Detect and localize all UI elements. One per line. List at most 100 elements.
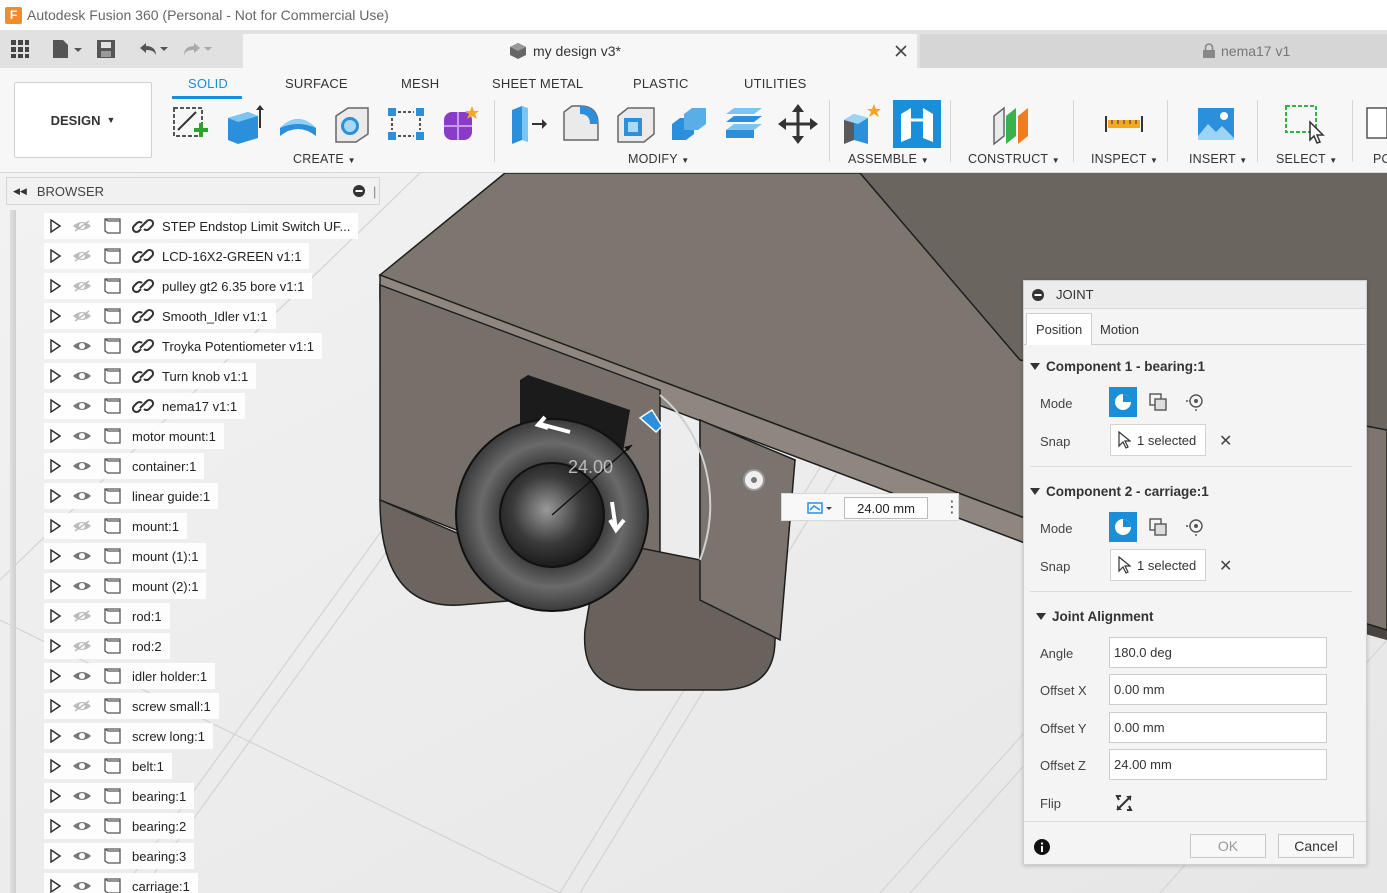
revolve-icon[interactable] [276, 102, 320, 146]
expand-triangle-icon[interactable] [44, 579, 66, 593]
expand-triangle-icon[interactable] [44, 789, 66, 803]
mode-between-two-faces-button[interactable] [1145, 387, 1173, 417]
expand-triangle-icon[interactable] [44, 819, 66, 833]
select-menu[interactable]: SELECT ▼ [1276, 152, 1337, 166]
visibility-eye-icon[interactable] [66, 728, 98, 744]
visibility-eye-icon[interactable] [66, 248, 98, 264]
visibility-eye-icon[interactable] [66, 698, 98, 714]
tab-mesh[interactable]: MESH [401, 76, 439, 91]
browser-item[interactable]: mount:1 [44, 513, 187, 539]
browser-item[interactable]: carriage:1 [44, 873, 198, 893]
offset-y-input[interactable]: 0.00 mm [1109, 712, 1327, 743]
inspect-menu[interactable]: INSPECT ▼ [1091, 152, 1158, 166]
visibility-eye-icon[interactable] [66, 578, 98, 594]
visibility-eye-icon[interactable] [66, 848, 98, 864]
expand-triangle-icon[interactable] [44, 759, 66, 773]
assemble-menu[interactable]: ASSEMBLE ▼ [848, 152, 929, 166]
browser-item[interactable]: bearing:3 [44, 843, 195, 869]
collapse-dialog-icon[interactable] [1032, 288, 1044, 301]
tab-motion[interactable]: Motion [1090, 313, 1149, 345]
visibility-eye-icon[interactable] [66, 638, 98, 654]
close-tab-icon[interactable] [895, 45, 907, 57]
expand-triangle-icon[interactable] [44, 459, 66, 473]
expand-triangle-icon[interactable] [44, 669, 66, 683]
browser-item[interactable]: Smooth_Idler v1:1 [44, 303, 276, 329]
modify-menu[interactable]: MODIFY ▼ [628, 152, 689, 166]
more-options-icon[interactable]: ⋮ [944, 497, 960, 517]
visibility-eye-icon[interactable] [66, 278, 98, 294]
visibility-eye-icon[interactable] [66, 878, 98, 893]
mode-two-edge-intersection-button[interactable] [1181, 387, 1209, 417]
expand-triangle-icon[interactable] [44, 309, 66, 323]
create-menu[interactable]: CREATE ▼ [293, 152, 356, 166]
info-icon[interactable] [1034, 839, 1050, 855]
tab-plastic[interactable]: PLASTIC [633, 76, 689, 91]
visibility-eye-icon[interactable] [66, 488, 98, 504]
expand-triangle-icon[interactable] [44, 489, 66, 503]
tab-my-design[interactable]: my design v3* [243, 34, 917, 68]
visibility-eye-icon[interactable] [66, 308, 98, 324]
browser-item[interactable]: belt:1 [44, 753, 172, 779]
visibility-eye-icon[interactable] [66, 608, 98, 624]
browser-item[interactable]: motor mount:1 [44, 423, 224, 449]
tab-solid[interactable]: SOLID [188, 76, 228, 91]
tab-utilities[interactable]: UTILITIES [744, 76, 806, 91]
expand-triangle-icon[interactable] [44, 399, 66, 413]
tab-position[interactable]: Position [1026, 313, 1093, 345]
expand-triangle-icon[interactable] [44, 219, 66, 233]
browser-item[interactable]: STEP Endstop Limit Switch UF... [44, 213, 359, 239]
expand-triangle-icon[interactable] [44, 369, 66, 383]
expand-triangle-icon[interactable] [44, 339, 66, 353]
form-icon[interactable] [438, 102, 482, 146]
scale-icon[interactable] [722, 102, 766, 146]
save-icon[interactable] [96, 39, 116, 59]
visibility-eye-icon[interactable] [66, 518, 98, 534]
expand-triangle-icon[interactable] [44, 729, 66, 743]
mode-simple-button[interactable] [1109, 512, 1137, 542]
component1-section[interactable]: Component 1 - bearing:1 [1030, 359, 1205, 374]
expand-triangle-icon[interactable] [44, 279, 66, 293]
expand-triangle-icon[interactable] [44, 519, 66, 533]
browser-item[interactable]: Turn knob v1:1 [44, 363, 257, 389]
minimize-icon[interactable] [353, 185, 365, 197]
visibility-eye-icon[interactable] [66, 338, 98, 354]
component2-snap-selector[interactable]: 1 selected [1110, 549, 1206, 581]
cancel-button[interactable]: Cancel [1278, 834, 1354, 858]
expand-triangle-icon[interactable] [44, 249, 66, 263]
measure-icon[interactable] [1102, 102, 1146, 146]
browser-scrollbar[interactable] [10, 210, 16, 893]
component2-section[interactable]: Component 2 - carriage:1 [1030, 484, 1209, 499]
visibility-eye-icon[interactable] [66, 428, 98, 444]
collapse-browser-icon[interactable]: ◀◀ [13, 186, 27, 197]
offset-plane-icon[interactable] [990, 102, 1034, 146]
visibility-eye-icon[interactable] [66, 668, 98, 684]
clear-selection-icon[interactable]: ✕ [1219, 556, 1232, 576]
browser-item[interactable]: linear guide:1 [44, 483, 219, 509]
expand-triangle-icon[interactable] [44, 879, 66, 893]
expand-triangle-icon[interactable] [44, 429, 66, 443]
pattern-icon[interactable] [384, 102, 428, 146]
clear-selection-icon[interactable]: ✕ [1219, 431, 1232, 451]
browser-item[interactable]: bearing:1 [44, 783, 195, 809]
visibility-eye-icon[interactable] [66, 818, 98, 834]
visibility-eye-icon[interactable] [66, 758, 98, 774]
combine-icon[interactable] [668, 102, 712, 146]
undo-icon[interactable] [136, 39, 170, 59]
browser-item[interactable]: bearing:2 [44, 813, 195, 839]
mode-between-two-faces-button[interactable] [1145, 512, 1173, 542]
mode-simple-button[interactable] [1109, 387, 1137, 417]
browser-item[interactable]: screw small:1 [44, 693, 219, 719]
browser-item[interactable]: rod:1 [44, 603, 170, 629]
dimension-input[interactable]: 24.00 mm [844, 497, 928, 519]
ok-button[interactable]: OK [1190, 834, 1266, 858]
expand-triangle-icon[interactable] [44, 549, 66, 563]
browser-item[interactable]: rod:2 [44, 633, 170, 659]
redo-icon[interactable] [180, 39, 214, 59]
browser-item[interactable]: mount (1):1 [44, 543, 207, 569]
insert-image-icon[interactable] [1194, 102, 1238, 146]
hole-icon[interactable] [330, 102, 374, 146]
grid-menu-icon[interactable] [10, 39, 30, 59]
component1-snap-selector[interactable]: 1 selected [1110, 424, 1206, 456]
browser-item[interactable]: nema17 v1:1 [44, 393, 246, 419]
browser-item[interactable]: mount (2):1 [44, 573, 207, 599]
